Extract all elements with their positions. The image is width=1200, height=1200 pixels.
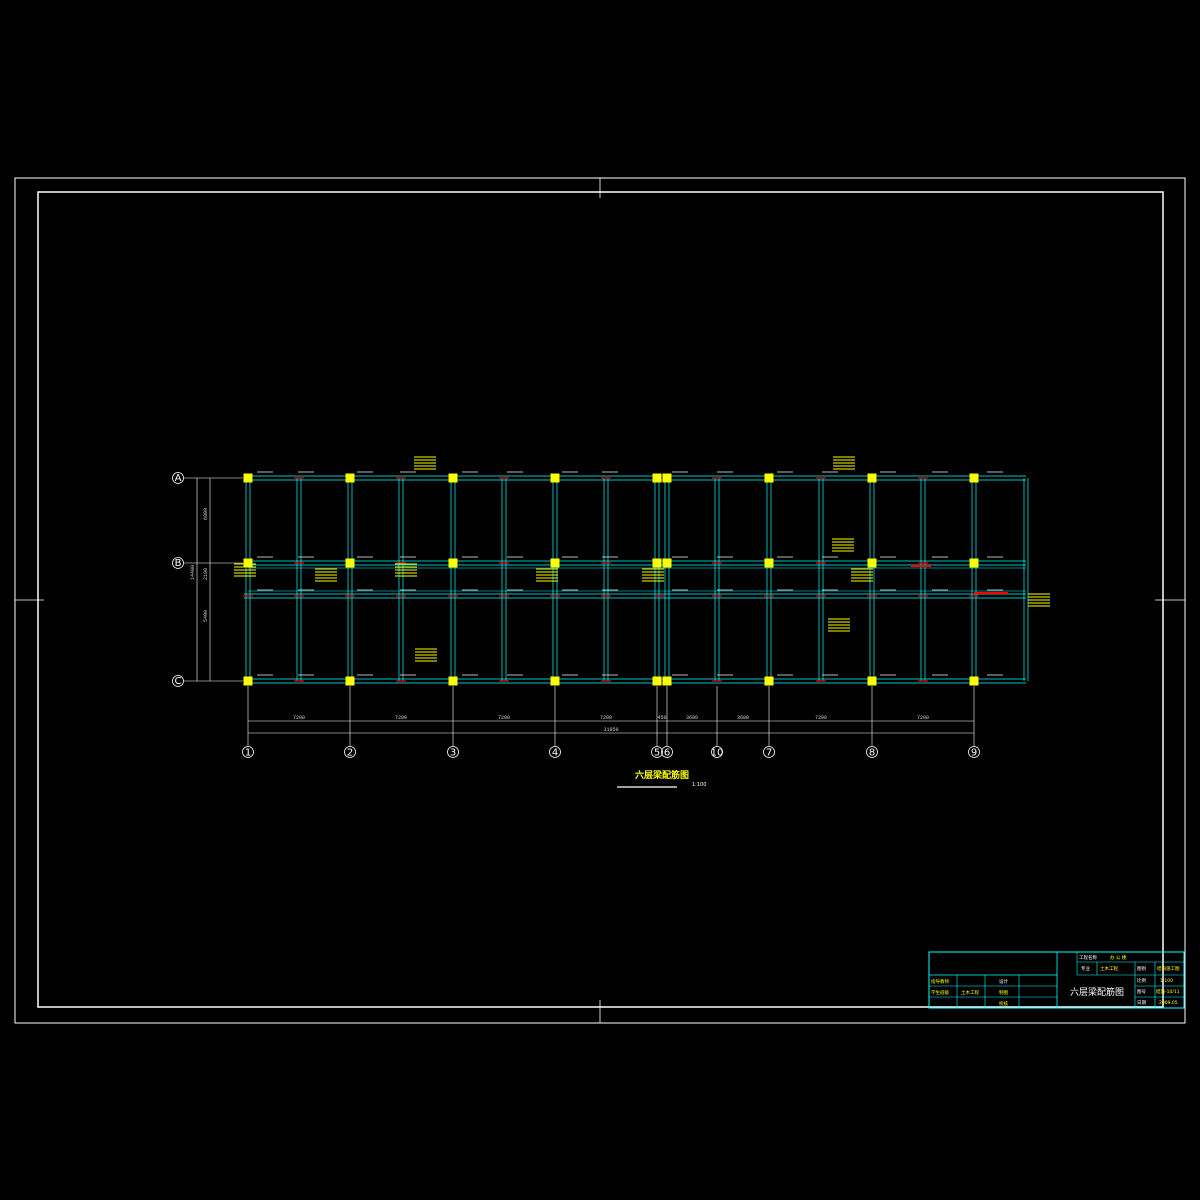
tb-no-value: 结施-10/11	[1156, 988, 1180, 995]
tb-check-label: 校核	[999, 1000, 1008, 1007]
column	[969, 473, 979, 483]
column	[662, 676, 672, 686]
column	[550, 558, 560, 568]
span-dimension: 7200	[293, 715, 305, 721]
tb-date-label: 日期	[1137, 1000, 1146, 1006]
beam-reinforcement-plan: A B C 6000 2100 5400 14400 1 2 3 4 5 6 10 7 8 9 7200 7200 7…	[172, 456, 1050, 759]
cad-drawing-canvas: A B C 6000 2100 5400 14400 1 2 3 4 5 6 10 7 8 9 7200 7200 7…	[14, 177, 1186, 1024]
tb-scale-value: 1:100	[1160, 978, 1173, 984]
span-dimension: 7200	[600, 715, 612, 721]
tb-type-value: 结构施工图	[1157, 965, 1180, 972]
row-dimension: 5400	[203, 610, 209, 622]
tb-class-label: 学生班级	[931, 989, 949, 996]
total-dimension: 31050	[603, 727, 618, 733]
axis-label-row: A	[175, 473, 182, 484]
column	[969, 558, 979, 568]
tb-no-label: 图号	[1137, 989, 1146, 995]
column	[652, 558, 662, 568]
plan-title: 六层梁配筋图	[635, 769, 689, 781]
span-dimension: 7200	[917, 715, 929, 721]
column	[345, 558, 355, 568]
column	[243, 473, 253, 483]
tb-type-label: 图别	[1137, 965, 1146, 972]
tb-date-value: 2009.05	[1159, 1000, 1178, 1006]
column	[345, 473, 355, 483]
column	[867, 676, 877, 686]
column	[345, 676, 355, 686]
column	[243, 676, 253, 686]
column	[867, 473, 877, 483]
tb-major-label: 专业	[1081, 965, 1090, 972]
axis-label-column: 1	[245, 748, 251, 759]
title-block: 工程名称 办 公 楼 专业 土木工程 图别 结构施工图 比例 1:100 图号 …	[928, 951, 1185, 1009]
tb-project-value: 办 公 楼	[1110, 954, 1127, 961]
column	[243, 558, 253, 568]
column	[764, 676, 774, 686]
axis-label-row: B	[175, 558, 182, 569]
span-dimension: 3600	[737, 715, 749, 721]
axis-label-column: 9	[971, 748, 977, 759]
sheet-outer-border	[14, 177, 1186, 1024]
column	[764, 473, 774, 483]
sheet-inner-border	[37, 191, 1164, 1008]
span-dimension: 3600	[686, 715, 698, 721]
span-dimension: 7200	[815, 715, 827, 721]
column	[448, 676, 458, 686]
plan-scale: 1:100	[692, 782, 706, 788]
axis-label-column: 10	[711, 748, 724, 759]
column	[448, 558, 458, 568]
column	[550, 473, 560, 483]
column	[662, 473, 672, 483]
span-dimension: 7200	[498, 715, 510, 721]
tb-project-label: 工程名称	[1079, 954, 1097, 961]
column	[652, 676, 662, 686]
row-dimension: 6000	[203, 508, 209, 520]
column	[969, 676, 979, 686]
span-dimension: 450	[657, 715, 666, 721]
row-dimension: 2100	[203, 568, 209, 580]
axis-label-column: 5	[654, 748, 660, 759]
column	[448, 473, 458, 483]
column	[652, 473, 662, 483]
tb-class-value: 土木工程	[961, 989, 979, 996]
axis-label-column: 4	[552, 748, 558, 759]
row-dimension: 14400	[190, 565, 196, 580]
axis-label-column: 6	[664, 748, 670, 759]
axis-label-row: C	[175, 676, 182, 687]
column	[662, 558, 672, 568]
axis-label-column: 8	[869, 748, 875, 759]
tb-scale-label: 比例	[1137, 977, 1146, 984]
tb-draw-label: 制图	[999, 989, 1008, 996]
column	[550, 676, 560, 686]
axis-label-column: 7	[766, 748, 772, 759]
column	[867, 558, 877, 568]
tb-advisor-label: 指导教师	[931, 978, 949, 985]
axis-label-column: 3	[450, 748, 456, 759]
column	[764, 558, 774, 568]
span-dimension: 7200	[395, 715, 407, 721]
tb-drawing-name: 六层梁配筋图	[1070, 986, 1124, 998]
tb-design-label: 设计	[999, 978, 1008, 985]
tb-major-value: 土木工程	[1100, 965, 1118, 972]
axis-label-column: 2	[347, 748, 353, 759]
